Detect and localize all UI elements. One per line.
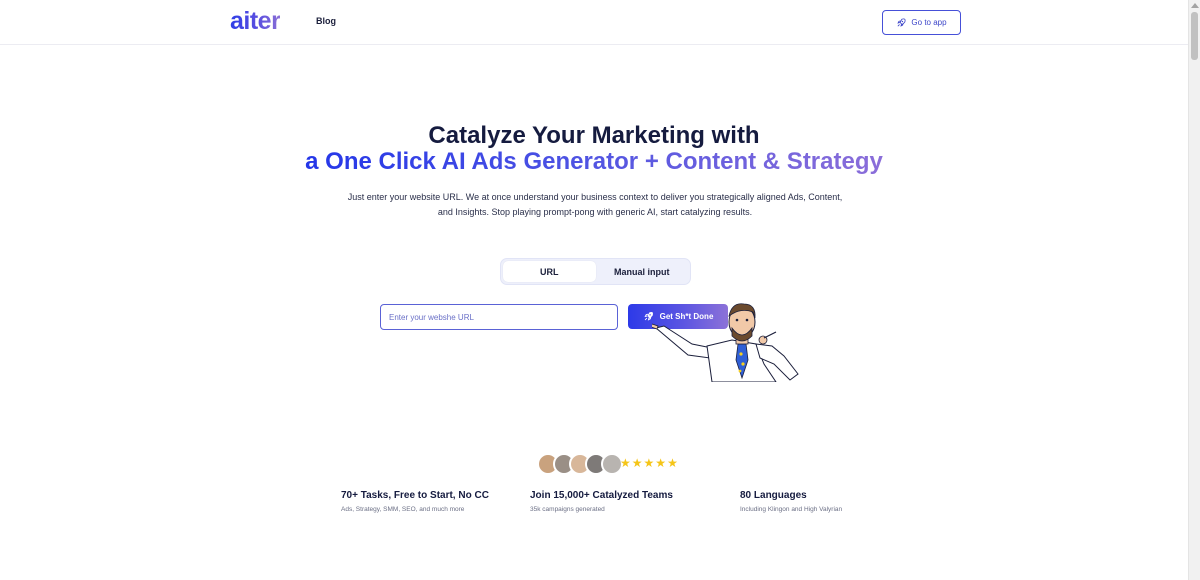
- scrollbar-thumb[interactable]: [1191, 12, 1198, 60]
- hero-title-line1: Catalyze Your Marketing with: [428, 122, 760, 149]
- tab-url[interactable]: URL: [503, 261, 596, 282]
- star-icon: ★: [667, 456, 678, 470]
- nav-link-blog[interactable]: Blog: [316, 16, 336, 26]
- star-icon: ★: [631, 456, 643, 470]
- stat-subtitle: Including Klingon and High Valyrian: [740, 506, 843, 513]
- stat-title: 70+ Tasks, Free to Start, No CC: [341, 490, 489, 501]
- stat-tasks: 70+ Tasks, Free to Start, No CC Ads, Str…: [341, 490, 489, 513]
- star-icon: ★: [655, 456, 667, 470]
- top-navbar: aiter Blog Go to app: [0, 0, 1188, 45]
- rating-stars: ★ ★ ★ ★ ★: [620, 456, 678, 470]
- pointing-man-illustration: [652, 303, 799, 382]
- go-to-app-label: Go to app: [911, 18, 947, 27]
- star-icon: ★: [620, 456, 631, 470]
- input-mode-tabs: URL Manual input: [500, 258, 691, 285]
- stat-subtitle: Ads, Strategy, SMM, SEO, and much more: [341, 506, 465, 513]
- hero-title-gradient-text: a One Click AI Ads Generator + Content &…: [305, 148, 883, 175]
- aiter-logo[interactable]: aiter: [230, 7, 281, 36]
- website-url-input[interactable]: [380, 304, 618, 330]
- tab-manual-input[interactable]: Manual input: [596, 261, 689, 282]
- stat-languages: 80 Languages Including Klingon and High …: [740, 490, 842, 513]
- rocket-icon: [897, 18, 906, 27]
- scroll-up-arrow-icon[interactable]: [1191, 3, 1199, 8]
- stat-subtitle: 35k campaigns generated: [530, 506, 605, 513]
- page-scrollbar[interactable]: [1188, 0, 1200, 580]
- stat-title: Join 15,000+ Catalyzed Teams: [530, 490, 673, 501]
- hero-subtitle: Just enter your website URL. We at once …: [347, 192, 843, 217]
- stat-title: 80 Languages: [740, 490, 807, 501]
- customer-avatars: [537, 453, 623, 475]
- stat-teams: Join 15,000+ Catalyzed Teams 35k campaig…: [530, 490, 673, 513]
- go-to-app-button[interactable]: Go to app: [882, 10, 961, 35]
- star-icon: ★: [643, 456, 655, 470]
- hero-title-line2: a One Click AI Ads Generator + Content &…: [0, 148, 1188, 176]
